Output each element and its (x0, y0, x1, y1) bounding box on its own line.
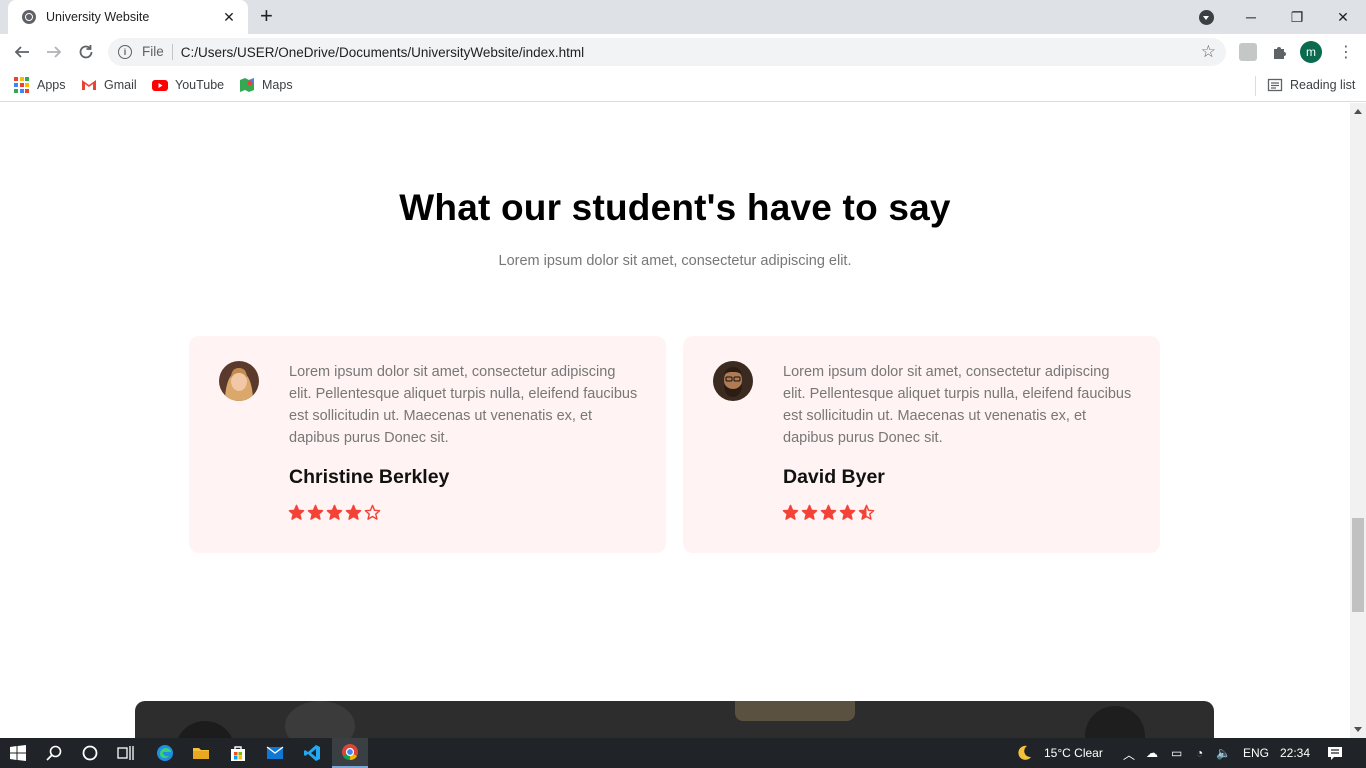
tab-title: University Website (46, 10, 150, 24)
reading-list-button[interactable]: Reading list (1267, 77, 1355, 93)
onedrive-icon[interactable]: ☁ (1146, 746, 1158, 760)
puzzle-icon[interactable] (1271, 43, 1289, 61)
reading-list-icon (1267, 77, 1283, 93)
browser-toolbar: i File C:/Users/USER/OneDrive/Documents/… (0, 34, 1366, 70)
bookmark-star-icon[interactable]: ☆ (1201, 42, 1216, 62)
tab-search-icon[interactable] (1199, 10, 1214, 25)
testimonial-name: Christine Berkley (289, 466, 450, 488)
star-full-icon (288, 504, 305, 520)
star-rating (782, 504, 875, 521)
gmail-icon (81, 77, 97, 93)
bookmark-label: Gmail (104, 78, 137, 92)
forward-button[interactable] (42, 40, 66, 64)
scroll-down-arrow-icon[interactable] (1354, 727, 1362, 732)
testimonial-text: Lorem ipsum dolor sit amet, consectetur … (289, 364, 638, 446)
tray-chevron-icon[interactable]: ︿ (1123, 746, 1135, 763)
search-icon[interactable] (36, 738, 72, 768)
back-button[interactable] (10, 40, 34, 64)
address-bar[interactable]: i File C:/Users/USER/OneDrive/Documents/… (108, 38, 1226, 66)
bookmark-maps[interactable]: Maps (239, 77, 293, 93)
page-viewport: What our student's have to say Lorem ips… (0, 103, 1350, 738)
star-full-icon (782, 504, 799, 520)
tab-close-button[interactable]: ✕ (220, 9, 238, 26)
browser-tab[interactable]: University Website ✕ (8, 0, 248, 34)
mail-icon[interactable] (257, 738, 293, 768)
chrome-icon[interactable] (332, 738, 368, 768)
star-half-icon (858, 504, 875, 520)
testimonial-name: David Byer (783, 466, 885, 488)
reload-button[interactable] (74, 40, 98, 64)
star-empty-icon (364, 504, 381, 520)
restore-button[interactable]: ❐ (1274, 0, 1320, 34)
section-subtitle: Lorem ipsum dolor sit amet, consectetur … (498, 253, 852, 269)
scroll-up-arrow-icon[interactable] (1354, 109, 1362, 114)
testimonial-card: Lorem ipsum dolor sit amet, consectetur … (189, 336, 666, 553)
wifi-icon[interactable]: ◔ (1196, 746, 1203, 760)
extension-icon[interactable] (1239, 43, 1257, 61)
windows-taskbar: 15°C Clear ︿ ☁ ▭ ◔ 🔈 ENG 22:34 (0, 738, 1366, 768)
weather-text[interactable]: 15°C Clear (1044, 746, 1103, 760)
vscode-icon[interactable] (294, 738, 330, 768)
bookmark-youtube[interactable]: YouTube (152, 77, 224, 93)
bookmarks-bar: Apps Gmail YouTube Maps Reading list (0, 70, 1366, 102)
youtube-icon (152, 77, 168, 93)
notification-icon[interactable] (1320, 738, 1350, 768)
moon-weather-icon (1010, 738, 1038, 768)
star-full-icon (326, 504, 343, 520)
info-icon[interactable]: i (118, 45, 132, 59)
windows-start-icon[interactable] (0, 738, 36, 768)
scroll-thumb[interactable] (1352, 518, 1364, 612)
star-full-icon (839, 504, 856, 520)
testimonial-card: Lorem ipsum dolor sit amet, consectetur … (683, 336, 1160, 553)
vertical-scrollbar[interactable] (1350, 103, 1366, 738)
battery-icon[interactable]: ▭ (1171, 746, 1182, 760)
close-window-button[interactable]: ✕ (1320, 0, 1366, 34)
edge-icon[interactable] (147, 738, 183, 768)
file-explorer-icon[interactable] (183, 738, 219, 768)
task-view-icon[interactable] (108, 738, 144, 768)
reload-icon (79, 45, 93, 59)
bookmark-gmail[interactable]: Gmail (81, 77, 137, 93)
globe-icon (22, 10, 36, 24)
bookmark-label: YouTube (175, 78, 225, 92)
testimonial-text: Lorem ipsum dolor sit amet, consectetur … (783, 364, 1132, 446)
minimize-button[interactable]: ─ (1228, 0, 1274, 34)
maps-icon (239, 77, 255, 93)
reading-list-label: Reading list (1290, 78, 1356, 92)
arrow-left-icon (14, 46, 29, 58)
hero-image-banner (135, 701, 1214, 738)
arrow-right-icon (47, 46, 62, 58)
menu-kebab-icon[interactable]: ⋮ (1338, 42, 1354, 62)
bookmark-label: Maps (262, 78, 293, 92)
store-icon[interactable] (220, 738, 256, 768)
url-text[interactable]: C:/Users/USER/OneDrive/Documents/Univers… (181, 45, 1201, 60)
star-full-icon (307, 504, 324, 520)
star-rating (288, 504, 381, 521)
avatar (219, 361, 259, 401)
bookmark-label: Apps (37, 78, 66, 92)
separator (1255, 76, 1256, 96)
clock[interactable]: 22:34 (1280, 746, 1310, 760)
language-indicator[interactable]: ENG (1243, 746, 1269, 760)
star-full-icon (820, 504, 837, 520)
cortana-icon[interactable] (72, 738, 108, 768)
star-full-icon (801, 504, 818, 520)
url-scheme-label: File (142, 44, 173, 60)
volume-icon[interactable]: 🔈 (1216, 746, 1231, 760)
avatar (713, 361, 753, 401)
browser-tab-strip: University Website ✕ + ─ ❐ ✕ (0, 0, 1366, 34)
bookmark-apps[interactable]: Apps (14, 77, 66, 93)
apps-grid-icon (14, 77, 30, 93)
new-tab-button[interactable]: + (260, 5, 273, 27)
star-full-icon (345, 504, 362, 520)
section-title: What our student's have to say (399, 187, 951, 228)
profile-avatar[interactable]: m (1300, 41, 1322, 63)
